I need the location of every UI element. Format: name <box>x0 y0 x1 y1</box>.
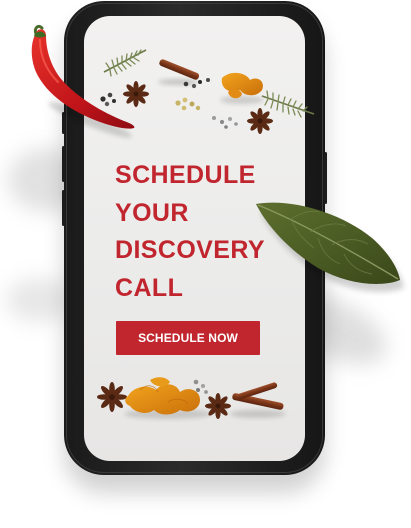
headline-line-3: DISCOVERY <box>115 236 265 264</box>
headline: SCHEDULE YOUR DISCOVERY CALL <box>115 157 305 307</box>
schedule-now-button[interactable]: SCHEDULE NOW <box>116 321 260 355</box>
headline-line-2: YOUR <box>115 198 189 227</box>
phone-power-button <box>324 152 327 204</box>
phone-volume-up-button <box>62 146 65 182</box>
phone-side-button <box>62 112 65 134</box>
headline-line-4: CALL <box>115 273 184 302</box>
promo-stage: SCHEDULE YOUR DISCOVERY CALL SCHEDULE NO… <box>0 0 411 528</box>
headline-line-1: SCHEDULE <box>115 161 256 189</box>
phone-volume-down-button <box>62 190 65 226</box>
